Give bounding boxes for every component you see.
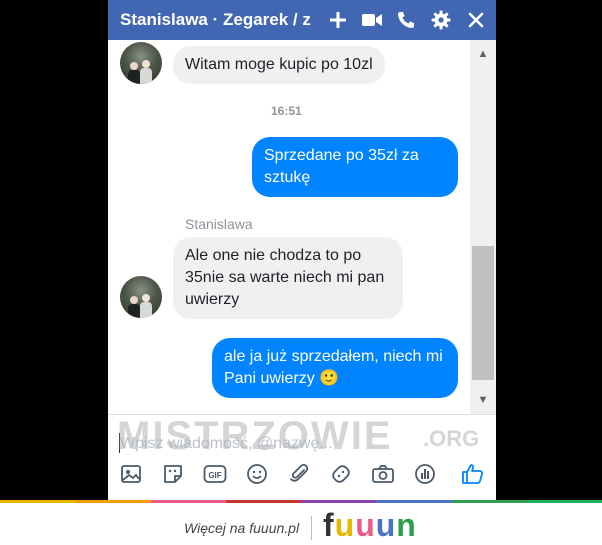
scroll-up-arrow-icon[interactable]: ▲ xyxy=(470,44,496,64)
background-right xyxy=(496,0,602,500)
phone-icon[interactable] xyxy=(395,9,417,31)
message-outgoing: ale ja już sprzedałem, niech mi Pani uwi… xyxy=(212,338,458,398)
avatar[interactable] xyxy=(120,276,162,318)
watermark: MISTRZOWIE xyxy=(117,414,393,458)
footer-divider xyxy=(311,516,312,540)
camera-icon[interactable] xyxy=(371,462,395,486)
logo-letter: u xyxy=(375,507,397,543)
smiley-emoji: 🙂 xyxy=(319,370,340,387)
message-timestamp: 16:51 xyxy=(271,104,302,118)
attachment-icon[interactable] xyxy=(287,462,311,486)
game-controller-icon[interactable] xyxy=(329,462,353,486)
footer-link-text[interactable]: Więcej na fuuun.pl xyxy=(184,520,299,536)
like-icon[interactable] xyxy=(461,462,485,486)
logo-letter: n xyxy=(396,507,417,543)
poll-icon[interactable] xyxy=(413,462,437,486)
sender-name: Stanislawa xyxy=(185,216,253,232)
logo-letter: u xyxy=(334,507,356,543)
background-left xyxy=(0,0,108,500)
avatar[interactable] xyxy=(120,42,162,84)
message-incoming: Witam moge kupic po 10zl xyxy=(173,46,385,84)
gif-icon[interactable]: GIF xyxy=(203,462,227,486)
fuuun-logo[interactable]: fuuun xyxy=(323,507,417,544)
scrollbar-thumb[interactable] xyxy=(472,246,494,380)
sticker-icon[interactable] xyxy=(161,462,185,486)
gear-icon[interactable] xyxy=(430,9,452,31)
image-icon[interactable] xyxy=(119,462,143,486)
chat-title[interactable]: Stanislawa · Zegarek / z xyxy=(120,10,312,32)
logo-letter: f xyxy=(323,507,335,543)
plus-icon[interactable] xyxy=(327,9,349,31)
logo-letter: u xyxy=(355,507,376,543)
watermark-suffix: .ORG xyxy=(423,426,480,451)
scroll-down-arrow-icon[interactable]: ▼ xyxy=(470,390,496,410)
footer: Więcej na fuuun.pl fuuun xyxy=(0,503,602,545)
scrollbar[interactable]: ▲ ▼ xyxy=(470,40,496,414)
close-icon[interactable] xyxy=(465,9,487,31)
svg-text:GIF: GIF xyxy=(208,471,221,480)
message-list: Witam moge kupic po 10zl 16:51 Sprzedane… xyxy=(108,40,480,414)
message-outgoing: Sprzedane po 35zł za sztukę xyxy=(252,137,458,197)
message-incoming: Ale one nie chodza to po 35nie sa warte … xyxy=(173,237,403,319)
video-call-icon[interactable] xyxy=(361,9,383,31)
chat-header[interactable]: Stanislawa · Zegarek / z xyxy=(108,0,496,40)
emoji-icon[interactable] xyxy=(245,462,269,486)
